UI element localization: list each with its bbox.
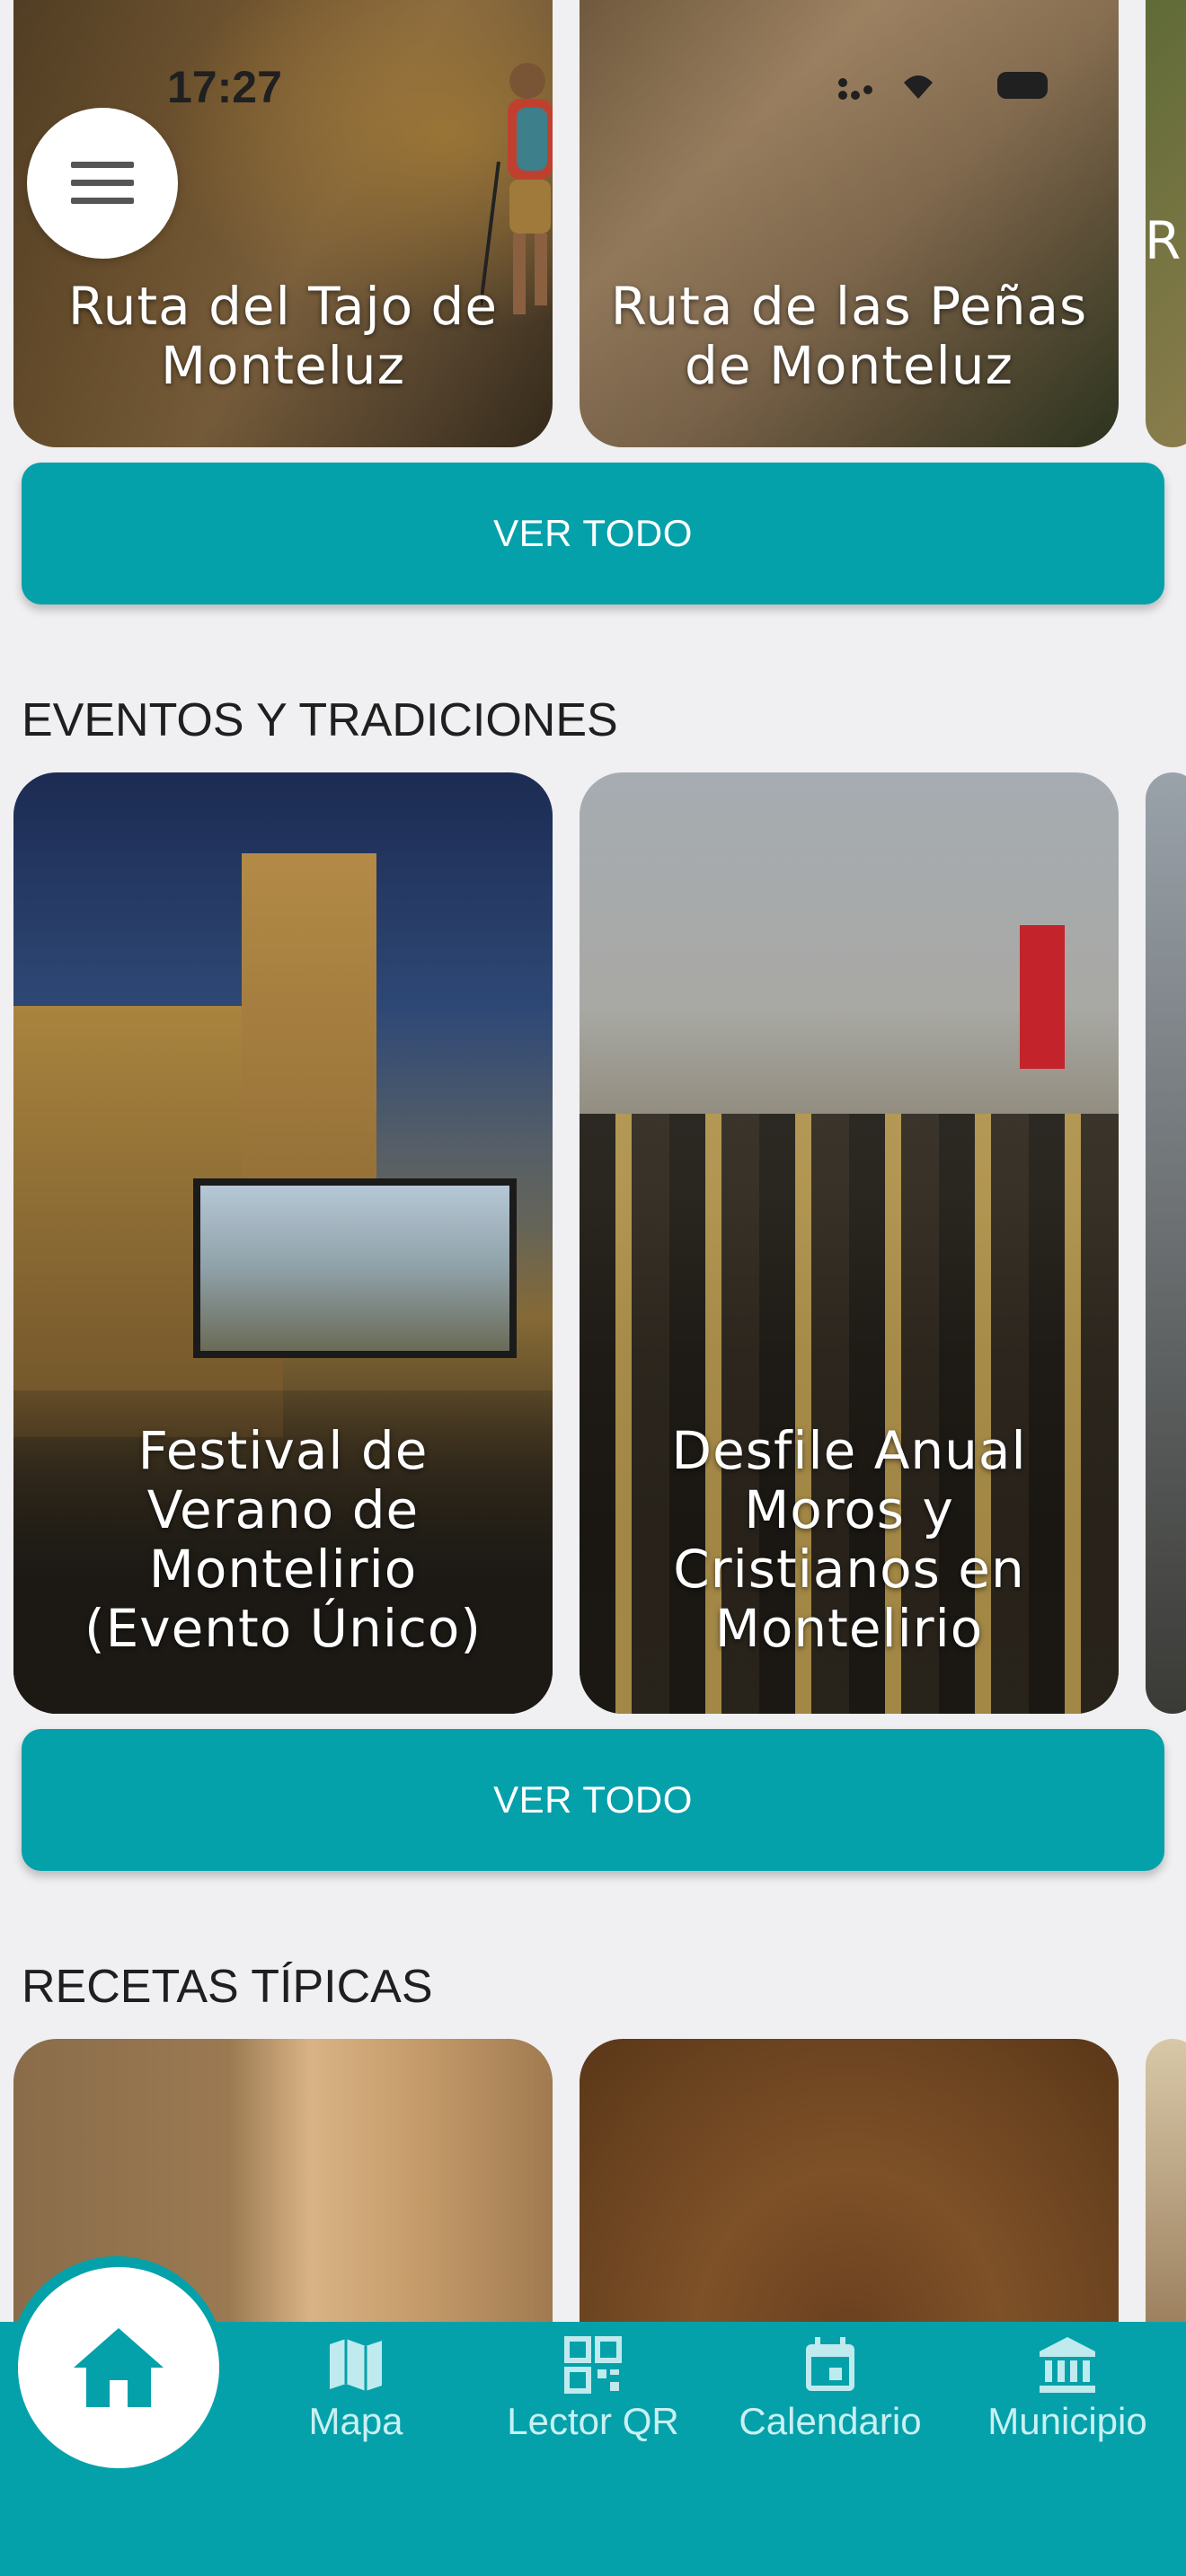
red-banner-image [1020, 925, 1065, 1069]
event-card[interactable]: Festival de Verano de Montelirio (Evento… [13, 772, 553, 1714]
nav-label-municipality: Municipio [987, 2400, 1147, 2442]
events-section-title: EVENTOS Y TRADICIONES [22, 694, 618, 746]
recipes-section-title: RECETAS TÍPICAS [22, 1961, 433, 2013]
nav-item-calendar[interactable]: Calendario [722, 2335, 938, 2443]
event-card-partial[interactable] [1146, 772, 1186, 1714]
route-card-title: Ruta del Tajo de Monteluz [67, 276, 499, 396]
menu-button[interactable] [27, 108, 178, 259]
events-carousel[interactable]: Festival de Verano de Montelirio (Evento… [13, 772, 1186, 1714]
qr-code-icon [564, 2336, 622, 2394]
nav-label-qr-reader: Lector QR [507, 2400, 679, 2442]
event-card-title: Desfile Anual Moros y Cristianos en Mont… [671, 1420, 1027, 1659]
calendar-icon [806, 2337, 854, 2391]
bank-icon [1040, 2337, 1095, 2393]
nav-label-calendar: Calendario [739, 2400, 922, 2442]
nav-item-municipality[interactable]: Municipio [960, 2335, 1175, 2443]
home-button[interactable] [18, 2267, 219, 2468]
nav-item-map[interactable]: Mapa [248, 2335, 464, 2443]
event-card[interactable]: Desfile Anual Moros y Cristianos en Mont… [580, 772, 1119, 1714]
nav-label-map: Mapa [308, 2400, 403, 2442]
route-card-title-partial: R [1145, 210, 1182, 271]
battery-icon [997, 72, 1048, 99]
home-icon [74, 2328, 164, 2407]
cinema-screen-image [193, 1178, 517, 1358]
view-all-events-button[interactable]: VER TODO [22, 1729, 1164, 1871]
status-time: 17:27 [167, 62, 282, 112]
route-card-title: Ruta de las Peñas de Monteluz [610, 276, 1088, 396]
view-all-routes-button[interactable]: VER TODO [22, 463, 1164, 604]
hamburger-menu-icon [71, 162, 134, 204]
status-icons [838, 72, 1048, 100]
wifi-icon [904, 75, 933, 99]
event-card-title: Festival de Verano de Montelirio (Evento… [84, 1420, 482, 1659]
cellular-signal-icon [838, 78, 872, 100]
nav-item-qr-reader[interactable]: Lector QR [485, 2335, 701, 2443]
map-icon [330, 2339, 382, 2391]
